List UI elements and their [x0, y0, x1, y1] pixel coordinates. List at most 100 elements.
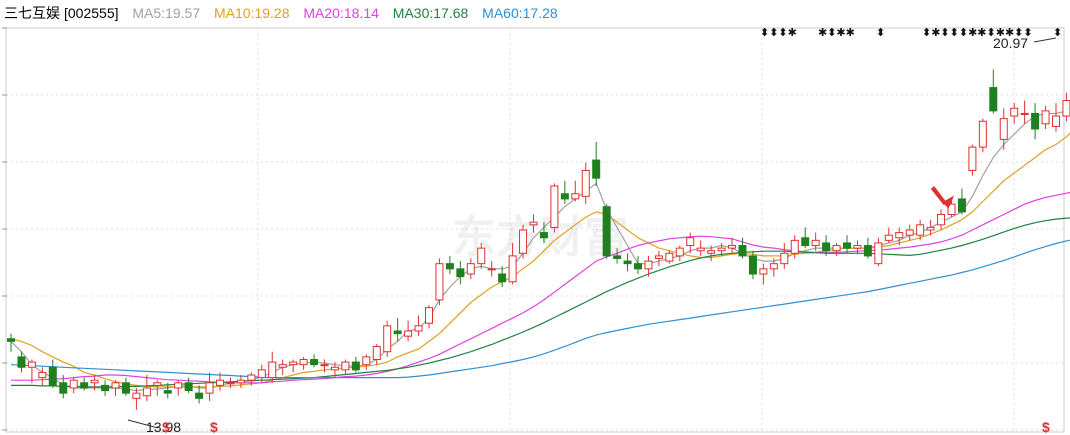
candle-body	[153, 382, 162, 386]
candle	[121, 377, 130, 396]
candle-body	[863, 245, 872, 257]
candle-body	[748, 255, 757, 275]
candle-body	[937, 213, 946, 226]
candle-body	[101, 384, 110, 392]
svg-text:⬍: ⬍	[876, 27, 885, 39]
candle-body	[205, 382, 214, 394]
candle-body	[978, 120, 987, 148]
candle	[205, 372, 214, 401]
candle-body	[623, 260, 632, 265]
svg-text:$: $	[162, 419, 170, 435]
legend-ma60: MA60:17.28	[482, 5, 558, 21]
candle-body	[247, 374, 256, 381]
candle-body	[278, 364, 287, 368]
candle-body	[466, 263, 475, 275]
candle-body	[445, 263, 454, 270]
candle	[843, 235, 851, 254]
stock-code: [002555]	[64, 5, 119, 21]
candle-body	[769, 263, 778, 270]
candle-body	[853, 245, 862, 249]
candle-body	[968, 146, 977, 171]
candle-body	[289, 361, 298, 366]
candle-body	[613, 255, 622, 259]
legend-ma20: MA20:18.14	[303, 5, 379, 21]
candle-body	[341, 361, 350, 371]
candle	[236, 375, 245, 388]
candle	[675, 245, 684, 262]
candle-body	[498, 273, 507, 283]
candle	[404, 320, 413, 342]
candle	[278, 359, 287, 376]
candle-body	[811, 239, 820, 247]
candle	[111, 380, 120, 396]
candle-body	[226, 382, 235, 385]
svg-text:⬍: ⬍	[1053, 27, 1062, 39]
candle	[48, 359, 57, 388]
candle	[592, 141, 601, 186]
candle	[299, 356, 308, 370]
candle-body	[874, 242, 883, 265]
candle	[101, 380, 110, 396]
candle	[832, 242, 841, 256]
candle	[801, 227, 810, 249]
candle	[978, 118, 987, 153]
candle-body	[163, 390, 172, 394]
candle-body	[884, 234, 893, 241]
candle-body	[48, 366, 57, 386]
candle	[1010, 103, 1019, 124]
candle-body	[675, 247, 684, 257]
candle-body	[1010, 107, 1019, 117]
candle-body	[111, 382, 120, 389]
candle	[362, 354, 371, 370]
candle	[863, 237, 872, 259]
candle	[435, 258, 444, 306]
candle-body	[654, 255, 663, 259]
candle-body	[7, 338, 15, 342]
event-markers: ⬍⬍⬍✱ ✱⬍✱✱ ⬍ ⬍✱⬍⬍⬍✱✱⬍✱✱⬍⬍ ⬍	[760, 27, 1062, 39]
candle-body	[550, 185, 559, 228]
candle-body	[989, 87, 998, 112]
candle-body	[529, 221, 538, 226]
candle	[957, 188, 966, 215]
candle	[696, 240, 705, 256]
legend-ma30: MA30:17.68	[392, 5, 469, 21]
candle	[519, 224, 528, 259]
candle	[937, 209, 946, 230]
candle	[968, 144, 977, 176]
candle-body	[707, 250, 716, 254]
candle-body	[926, 226, 935, 231]
candle-body	[519, 229, 528, 254]
candle-body	[17, 356, 26, 368]
candle-body	[404, 330, 413, 337]
candle-body	[372, 346, 381, 360]
candle-body	[822, 242, 831, 252]
candle	[69, 377, 78, 394]
legend-ma5: MA5:19.57	[132, 5, 201, 21]
dollar-signal-icon: $ $ $	[162, 419, 1050, 435]
candle-body	[121, 382, 130, 394]
candle	[372, 343, 381, 365]
candle-body	[393, 330, 402, 335]
candle	[310, 354, 319, 368]
candle-body	[257, 369, 266, 379]
candle-body	[728, 245, 737, 249]
candle-body	[80, 382, 89, 389]
candle	[1041, 105, 1050, 129]
candle	[383, 320, 392, 357]
candle-body	[571, 193, 580, 200]
candle-body	[905, 229, 914, 236]
candle-body	[1062, 100, 1070, 117]
candle	[27, 359, 36, 383]
candle	[174, 380, 183, 396]
candle	[142, 375, 151, 401]
candle	[1020, 100, 1029, 124]
candle-body	[425, 307, 433, 324]
candle	[780, 242, 789, 269]
candle	[550, 183, 559, 233]
candle-body	[696, 247, 705, 252]
candle-body	[362, 356, 371, 366]
candle	[581, 162, 590, 205]
candle	[1031, 103, 1040, 140]
candle-body	[59, 382, 68, 394]
candle	[456, 261, 465, 285]
